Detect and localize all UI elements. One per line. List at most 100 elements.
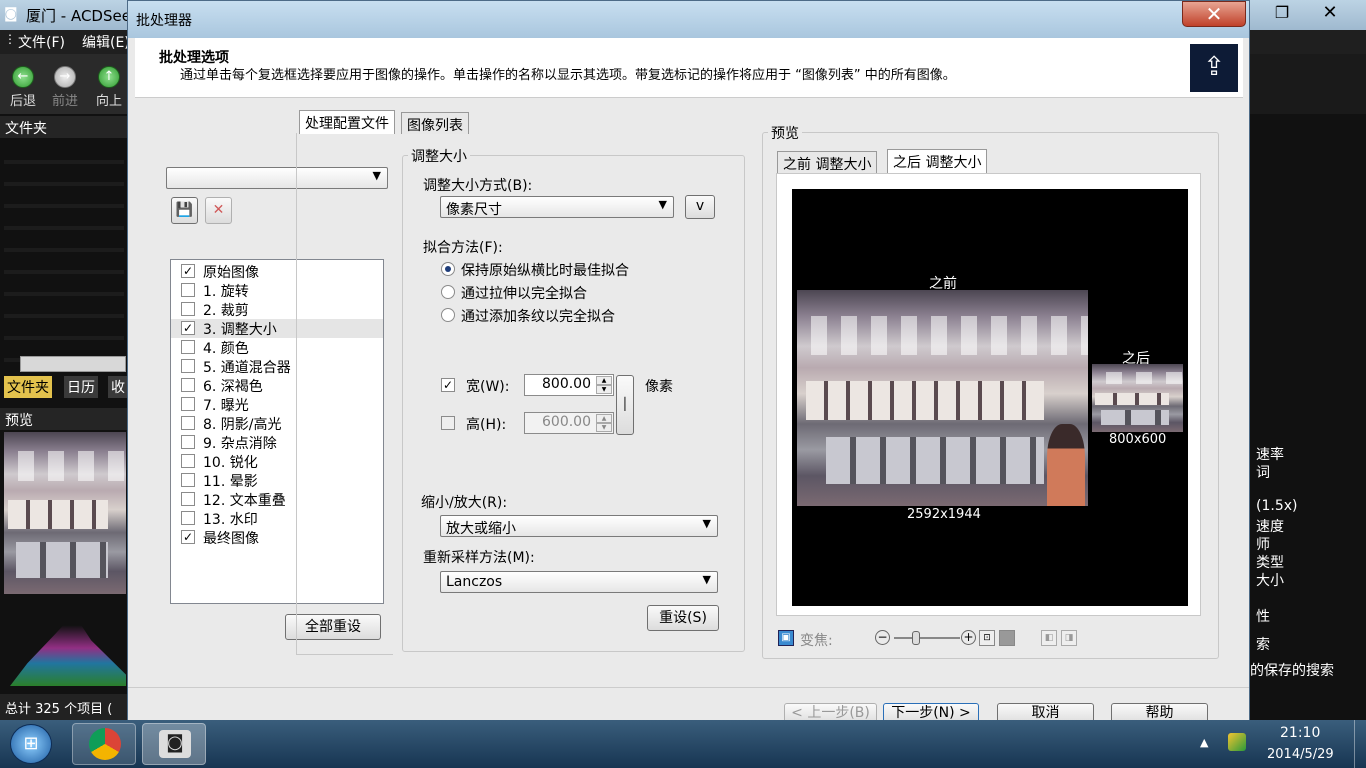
saved-search-item[interactable]: 的保存的搜索	[1250, 660, 1334, 680]
operation-label[interactable]: 7. 曝光	[203, 395, 249, 415]
forward-arrow-icon: →	[54, 66, 76, 88]
fit-stretch-radio[interactable]	[441, 285, 455, 299]
fit-best-radio[interactable]	[441, 262, 455, 276]
scale-combo[interactable]: 放大或缩小 ▼	[440, 515, 718, 537]
operation-label[interactable]: 3. 调整大小	[203, 319, 277, 339]
tab-preview-before[interactable]: 之前 调整大小	[777, 151, 878, 173]
tab-processing-profile[interactable]: 处理配置文件	[299, 110, 395, 134]
operation-label[interactable]: 5. 通道混合器	[203, 357, 291, 377]
tab-preview-after[interactable]: 之后 调整大小	[887, 149, 988, 173]
operation-label[interactable]: 原始图像	[203, 262, 259, 282]
clock-date[interactable]: 2014/5/29	[1267, 747, 1334, 762]
spin-up-icon[interactable]: ▲	[596, 414, 612, 423]
operation-label[interactable]: 1. 旋转	[203, 281, 249, 301]
pan-left-icon[interactable]: ◧	[1041, 630, 1057, 646]
height-checkbox[interactable]	[441, 416, 455, 430]
operation-checkbox[interactable]	[181, 511, 195, 525]
fit-stripes-radio[interactable]	[441, 308, 455, 322]
operation-checkbox[interactable]	[181, 454, 195, 468]
resize-options-button[interactable]: v	[685, 195, 715, 219]
security-shield-icon[interactable]	[1228, 733, 1246, 751]
taskbar-acdsee[interactable]: ◙	[142, 723, 206, 765]
right-item: 词	[1256, 465, 1270, 481]
operation-label[interactable]: 6. 深褐色	[203, 376, 263, 396]
resample-combo[interactable]: Lanczos ▼	[440, 571, 718, 593]
folder-tree[interactable]	[4, 142, 124, 362]
tray-expand-icon[interactable]: ▲	[1200, 736, 1208, 749]
operation-label[interactable]: 最终图像	[203, 528, 259, 548]
spin-down-icon[interactable]: ▼	[596, 423, 612, 432]
operation-checkbox[interactable]	[181, 283, 195, 297]
spin-up-icon[interactable]: ▲	[596, 376, 612, 385]
operation-label[interactable]: 11. 晕影	[203, 471, 258, 491]
operation-checkbox[interactable]: ✓	[181, 321, 195, 335]
operation-label[interactable]: 4. 颜色	[203, 338, 249, 358]
right-item: 索	[1256, 637, 1270, 653]
fit-stretch-label[interactable]: 通过拉伸以完全拟合	[461, 283, 587, 303]
operation-label[interactable]: 12. 文本重叠	[203, 490, 286, 510]
operation-label[interactable]: 2. 裁剪	[203, 300, 249, 320]
operation-checkbox[interactable]: ✓	[181, 530, 195, 544]
zoom-slider-thumb[interactable]	[912, 631, 920, 645]
operation-checkbox[interactable]	[181, 492, 195, 506]
width-checkbox[interactable]: ✓	[441, 378, 455, 392]
zoom-slider-track[interactable]	[894, 637, 960, 639]
maximize-icon[interactable]: ❐	[1266, 3, 1298, 25]
folder-tab-folders[interactable]: 文件夹	[4, 376, 52, 398]
back-button[interactable]: ← 后退	[2, 66, 44, 109]
reset-button[interactable]: 重设(S)	[647, 605, 719, 631]
operation-checkbox[interactable]	[181, 416, 195, 430]
resize-method-combo[interactable]: 像素尺寸 ▼	[440, 196, 674, 218]
operation-checkbox[interactable]	[181, 359, 195, 373]
tab-image-list[interactable]: 图像列表	[401, 112, 469, 134]
aspect-lock-button[interactable]: │	[616, 375, 634, 435]
operation-label[interactable]: 13. 水印	[203, 509, 258, 529]
batch-export-icon: ⇪	[1190, 44, 1238, 92]
zoom-mode-icon[interactable]: ▣	[778, 630, 794, 646]
up-button[interactable]: ↑ 向上	[88, 66, 130, 109]
pan-right-icon[interactable]: ◨	[1061, 630, 1077, 646]
operation-checkbox[interactable]	[181, 340, 195, 354]
operation-label[interactable]: 8. 阴影/高光	[203, 414, 282, 434]
dialog-close-button[interactable]: ✕	[1182, 1, 1246, 27]
folder-tab-favorites[interactable]: 收	[108, 376, 128, 398]
operation-checkbox[interactable]	[181, 378, 195, 392]
after-size: 800x600	[1109, 432, 1167, 447]
forward-button[interactable]: → 前进	[44, 66, 86, 109]
fit-stripes-label[interactable]: 通过添加条纹以完全拟合	[461, 306, 615, 326]
menu-file[interactable]: 文件(F)	[18, 32, 65, 52]
operation-checkbox[interactable]	[181, 473, 195, 487]
save-profile-button[interactable]: 💾	[171, 197, 198, 224]
menu-edit[interactable]: 编辑(E)	[82, 32, 130, 52]
operation-label[interactable]: 9. 杂点消除	[203, 433, 277, 453]
zoom-in-icon[interactable]: +	[961, 630, 976, 645]
folder-tab-calendar[interactable]: 日历	[64, 376, 98, 398]
background-close-icon[interactable]: ✕	[1310, 2, 1350, 26]
show-desktop-button[interactable]	[1354, 720, 1366, 768]
menu-grip-icon: ⋮	[4, 32, 16, 46]
zoom-out-icon[interactable]: −	[875, 630, 890, 645]
clock-time[interactable]: 21:10	[1280, 725, 1320, 741]
spin-down-icon[interactable]: ▼	[596, 385, 612, 394]
actual-size-icon[interactable]	[999, 630, 1015, 646]
taskbar-chrome[interactable]	[72, 723, 136, 765]
chevron-down-icon: ▼	[658, 198, 667, 211]
operation-checkbox[interactable]	[181, 435, 195, 449]
acdsee-logo-icon: ◙	[4, 6, 18, 22]
folder-tree-scrollbar[interactable]	[20, 356, 126, 372]
height-input[interactable]: 600.00 ▲ ▼	[524, 412, 614, 434]
operation-label[interactable]: 10. 锐化	[203, 452, 258, 472]
right-item: 速率	[1256, 447, 1284, 463]
operation-checkbox[interactable]	[181, 397, 195, 411]
back-label: 后退	[9, 94, 36, 109]
operation-checkbox[interactable]: ✓	[181, 264, 195, 278]
start-button[interactable]: ⊞	[10, 724, 52, 764]
width-input[interactable]: 800.00 ▲ ▼	[524, 374, 614, 396]
up-arrow-icon: ↑	[98, 66, 120, 88]
fit-best-label[interactable]: 保持原始纵横比时最佳拟合	[461, 260, 629, 280]
fit-to-window-icon[interactable]: ⊡	[979, 630, 995, 646]
operation-checkbox[interactable]	[181, 302, 195, 316]
right-item: (1.5x)	[1256, 498, 1298, 514]
preview-canvas: 之前 2592x1944 之后 800x600	[792, 189, 1188, 606]
delete-profile-button[interactable]: ✕	[205, 197, 232, 224]
